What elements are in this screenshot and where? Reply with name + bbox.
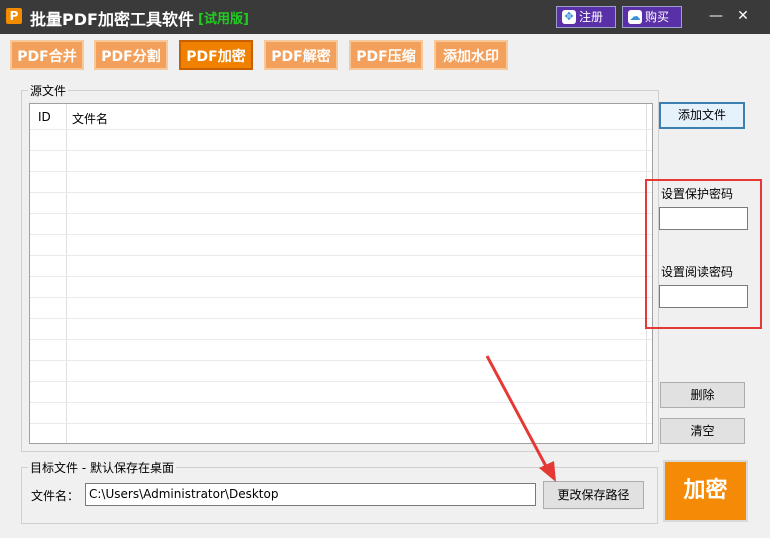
filename-label: 文件名： <box>31 489 80 503</box>
clear-button[interactable]: 清空 <box>660 418 745 444</box>
table-row <box>30 255 652 277</box>
tab-pdf-decrypt[interactable]: PDF解密 <box>264 40 338 70</box>
encrypt-button[interactable]: 加密 <box>663 460 748 522</box>
add-file-button[interactable]: 添加文件 <box>659 102 745 129</box>
file-list-table[interactable]: ID 文件名 <box>29 103 653 444</box>
source-files-legend: 源文件 <box>30 84 67 98</box>
cart-icon: ☁ <box>628 10 642 24</box>
title-bar: P 批量PDF加密工具软件 [试用版] ✥ 注册 ☁ 购买 — ✕ <box>0 0 770 34</box>
tab-add-watermark[interactable]: 添加水印 <box>434 40 508 70</box>
column-header-filename[interactable]: 文件名 <box>72 110 108 127</box>
app-logo-icon: P <box>6 8 22 24</box>
table-row <box>30 339 652 361</box>
save-path-input[interactable]: C:\Users\Administrator\Desktop <box>85 483 536 506</box>
table-row <box>30 234 652 256</box>
protect-password-input[interactable] <box>659 207 748 230</box>
change-save-path-button[interactable]: 更改保存路径 <box>543 481 644 509</box>
read-password-input[interactable] <box>659 285 748 308</box>
register-label: 注册 <box>579 10 604 24</box>
table-row <box>30 318 652 340</box>
table-row <box>30 276 652 298</box>
tab-pdf-split[interactable]: PDF分割 <box>94 40 168 70</box>
close-button[interactable]: ✕ <box>731 6 755 26</box>
trial-badge: [试用版] <box>198 12 249 27</box>
table-row <box>30 381 652 403</box>
buy-button[interactable]: ☁ 购买 <box>622 6 682 28</box>
minimize-button[interactable]: — <box>704 6 728 26</box>
buy-label: 购买 <box>645 10 670 24</box>
tab-pdf-compress[interactable]: PDF压缩 <box>349 40 423 70</box>
register-button[interactable]: ✥ 注册 <box>556 6 616 28</box>
window-title: 批量PDF加密工具软件 <box>30 10 194 29</box>
column-header-id[interactable]: ID <box>38 110 51 124</box>
table-row <box>30 213 652 235</box>
table-row <box>30 297 652 319</box>
tab-pdf-merge[interactable]: PDF合并 <box>10 40 84 70</box>
read-password-label: 设置阅读密码 <box>661 265 734 279</box>
table-row <box>30 171 652 193</box>
tab-pdf-encrypt[interactable]: PDF加密 <box>179 40 253 70</box>
table-row <box>30 402 652 424</box>
table-row <box>30 150 652 172</box>
target-file-legend: 目标文件 - 默认保存在桌面 <box>30 461 174 475</box>
register-icon: ✥ <box>562 10 576 24</box>
delete-button[interactable]: 删除 <box>660 382 745 408</box>
table-row <box>30 129 652 151</box>
tab-bar: PDF合并 PDF分割 PDF加密 PDF解密 PDF压缩 添加水印 <box>0 34 770 76</box>
table-row <box>30 360 652 382</box>
table-row <box>30 192 652 214</box>
table-row <box>30 423 652 443</box>
protect-password-label: 设置保护密码 <box>661 187 734 201</box>
table-header: ID 文件名 <box>30 104 652 129</box>
